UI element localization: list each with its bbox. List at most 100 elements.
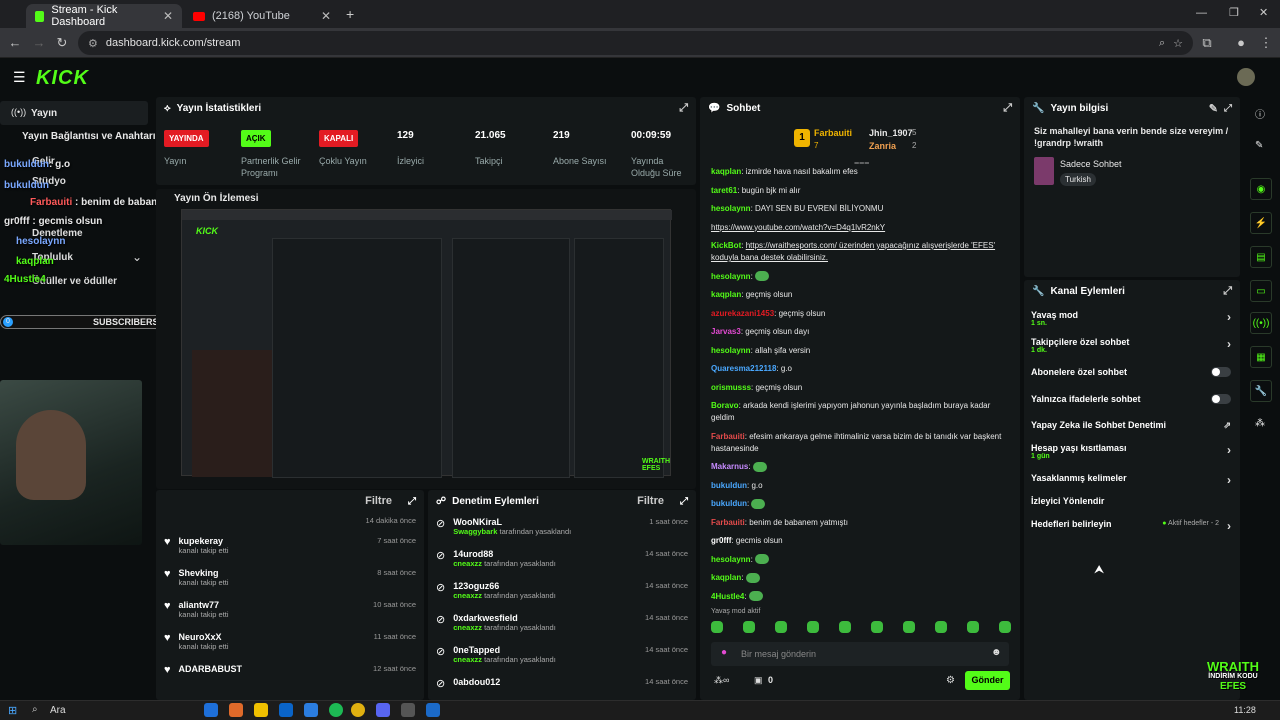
- chat-username[interactable]: Boravo: [711, 401, 739, 410]
- emote-icon[interactable]: [903, 621, 915, 633]
- toggle-switch[interactable]: [1211, 394, 1231, 404]
- chat-username[interactable]: taret61: [711, 186, 737, 195]
- expand-icon[interactable]: ⤢: [408, 496, 416, 507]
- taskbar-search[interactable]: Ara: [50, 705, 66, 716]
- moderator-name[interactable]: Swaggybark: [453, 527, 497, 536]
- toggle-switch[interactable]: [1211, 367, 1231, 377]
- emoji-icon[interactable]: ☻: [991, 647, 1002, 658]
- chat-username[interactable]: hesolaynn: [711, 272, 751, 281]
- new-tab-button[interactable]: +: [346, 6, 354, 22]
- leader-name[interactable]: Jhin_1907: [869, 128, 913, 138]
- search-icon[interactable]: ⌕: [32, 704, 38, 715]
- pencil-icon[interactable]: ✎: [1255, 140, 1263, 151]
- emote-icon[interactable]: [839, 621, 851, 633]
- leader-name[interactable]: Farbauiti: [814, 128, 852, 138]
- mic-icon[interactable]: ●: [721, 647, 727, 658]
- expand-icon[interactable]: ⤢: [1224, 103, 1232, 114]
- follower-name[interactable]: NeuroXxX: [179, 632, 229, 642]
- preview-video[interactable]: KICK WRAITH EFES: [181, 209, 672, 478]
- banned-user[interactable]: 0xdarkwesfield: [453, 613, 556, 623]
- chevron-down-icon[interactable]: ⌄: [132, 250, 142, 264]
- follower-name[interactable]: Shevking: [179, 568, 229, 578]
- moderator-name[interactable]: cneaxzz: [453, 655, 482, 664]
- moderation-row[interactable]: ⊘ 123oguz66 cneaxzz tarafından yasaklandı 1…: [436, 578, 688, 610]
- rail-button-4[interactable]: ▭: [1250, 280, 1272, 302]
- outlook-icon[interactable]: [279, 703, 293, 717]
- send-button[interactable]: Gönder: [965, 671, 1010, 690]
- channel-action-row[interactable]: Takipçilere özel sohbet 1 dk. ›: [1031, 337, 1231, 354]
- emote-icon[interactable]: [711, 621, 723, 633]
- banned-user[interactable]: 123oguz66: [453, 581, 556, 591]
- expand-icon[interactable]: ⤢: [1003, 102, 1012, 115]
- sidebar-item-stream-key[interactable]: Yayın Bağlantısı ve Anahtarı: [22, 131, 156, 142]
- chat-username[interactable]: Farbauiti: [711, 518, 745, 527]
- follow-row[interactable]: ♥ ADARBABUST 12 saat önce: [164, 661, 416, 693]
- kick-logo[interactable]: KICK: [36, 67, 89, 90]
- banned-user[interactable]: WooNKiraL: [453, 517, 571, 527]
- app2-icon[interactable]: [401, 703, 415, 717]
- steam-icon[interactable]: [426, 703, 440, 717]
- forward-icon[interactable]: →: [30, 34, 48, 52]
- chrome-icon[interactable]: [351, 703, 365, 717]
- chat-username[interactable]: Quaresma212118: [711, 364, 776, 373]
- follower-name[interactable]: kupekeray: [179, 536, 229, 546]
- hamburger-icon[interactable]: ☰: [13, 69, 26, 86]
- restore-button[interactable]: ❐: [1229, 6, 1239, 19]
- people-icon[interactable]: ⁂: [1255, 418, 1265, 429]
- category-thumbnail[interactable]: [1034, 157, 1054, 185]
- chat-username[interactable]: azurekazani1453: [711, 309, 774, 318]
- emote-icon[interactable]: [999, 621, 1011, 633]
- points-icon[interactable]: ▣: [754, 675, 763, 686]
- banned-user[interactable]: 0abdou012: [453, 677, 500, 687]
- emote-icon[interactable]: [775, 621, 787, 633]
- channel-action-row[interactable]: Abonelere özel sohbet: [1031, 367, 1231, 377]
- extensions-icon[interactable]: ⧉: [1198, 34, 1216, 52]
- filter-button[interactable]: Filtre: [365, 495, 392, 507]
- banned-user[interactable]: 0neTapped: [453, 645, 556, 655]
- chat-username[interactable]: kaqplan: [711, 573, 741, 582]
- edge-icon[interactable]: [204, 703, 218, 717]
- chat-username[interactable]: 4Hustle4: [711, 592, 744, 601]
- banned-user[interactable]: 14urod88: [453, 549, 556, 559]
- emote-icon[interactable]: [871, 621, 883, 633]
- channel-action-row[interactable]: Yalnızca ifadelerle sohbet: [1031, 394, 1231, 404]
- follower-name[interactable]: aliantw77: [179, 600, 229, 610]
- chat-username[interactable]: Jarvas3: [711, 327, 741, 336]
- chat-input[interactable]: ● Bir mesaj gönderin ☻: [711, 642, 1009, 666]
- rail-button-3[interactable]: ▤: [1250, 246, 1272, 268]
- follow-row[interactable]: ♥ Shevking kanalı takip etti 8 saat önce: [164, 565, 416, 597]
- chat-username[interactable]: Farbauiti: [711, 432, 745, 441]
- expand-icon[interactable]: ⤢: [1223, 285, 1232, 298]
- bookmark-star-icon[interactable]: ☆: [1173, 37, 1183, 50]
- follow-row[interactable]: ♥ kupekeray kanalı takip etti 7 saat önce: [164, 533, 416, 565]
- rail-button-1[interactable]: ◉: [1250, 178, 1272, 200]
- zoom-icon[interactable]: ⌕: [1159, 37, 1165, 50]
- category-name[interactable]: Sadece Sohbet: [1060, 159, 1122, 169]
- leader-name[interactable]: Zanria: [869, 141, 896, 151]
- moderation-row[interactable]: ⊘ 0xdarkwesfield cneaxzz tarafından yasakl…: [436, 610, 688, 642]
- minimize-button[interactable]: —: [1196, 7, 1207, 19]
- chat-username[interactable]: bukuldun: [711, 499, 747, 508]
- info-icon[interactable]: ⓘ: [1255, 106, 1265, 121]
- edit-icon[interactable]: ✎: [1209, 102, 1218, 115]
- url-field[interactable]: ⚙ dashboard.kick.com/stream ⌕ ☆: [78, 31, 1193, 55]
- moderator-name[interactable]: cneaxzz: [453, 559, 482, 568]
- filter-button[interactable]: Filtre: [637, 495, 664, 507]
- chat-username[interactable]: orismusss: [711, 383, 751, 392]
- explorer-icon[interactable]: [254, 703, 268, 717]
- rail-button-6[interactable]: ▦: [1250, 346, 1272, 368]
- moderation-row[interactable]: ⊘ 0neTapped cneaxzz tarafından yasaklandı 1…: [436, 642, 688, 674]
- emote-icon[interactable]: [807, 621, 819, 633]
- chat-username[interactable]: hesolaynn: [711, 346, 751, 355]
- tab-kick-dashboard[interactable]: Stream - Kick Dashboard ✕: [26, 4, 182, 28]
- channel-action-row[interactable]: Yapay Zeka ile Sohbet Denetimi ⇗: [1031, 420, 1231, 430]
- close-icon[interactable]: ✕: [321, 9, 331, 23]
- tag-chip[interactable]: Turkish: [1060, 173, 1096, 186]
- emote-icon[interactable]: [967, 621, 979, 633]
- rail-button-2[interactable]: ⚡: [1250, 212, 1272, 234]
- site-info-icon[interactable]: ⚙: [88, 37, 98, 50]
- back-icon[interactable]: ←: [6, 34, 24, 52]
- close-icon[interactable]: ✕: [163, 9, 173, 23]
- channel-action-row[interactable]: Yavaş mod 1 sn. ›: [1031, 310, 1231, 327]
- chat-username[interactable]: gr0fff: [711, 536, 731, 545]
